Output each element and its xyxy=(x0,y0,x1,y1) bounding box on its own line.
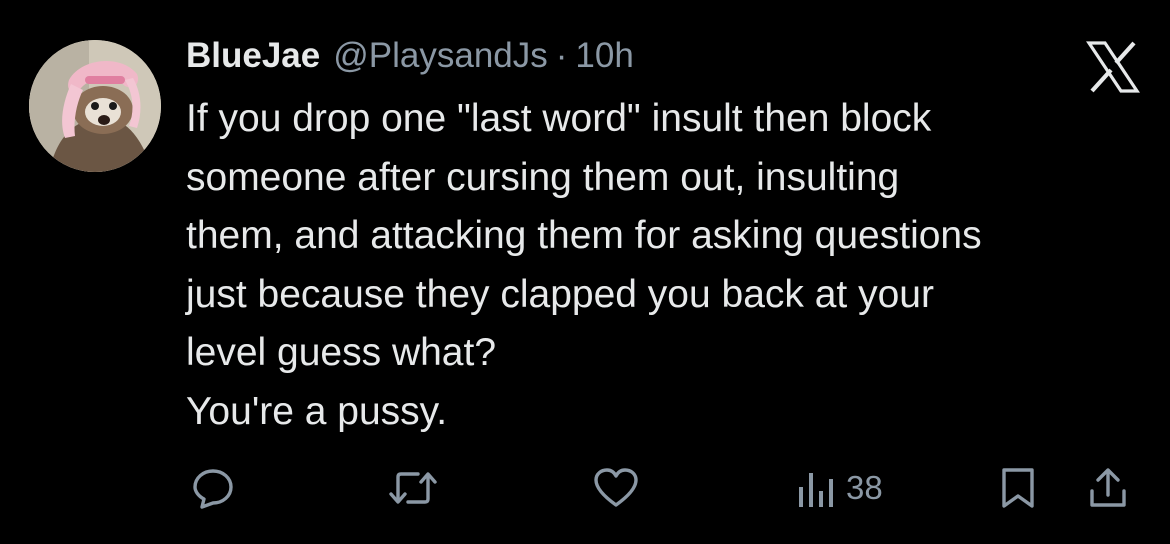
repost-button[interactable] xyxy=(388,458,438,518)
reply-button[interactable] xyxy=(190,458,236,518)
views-count: 38 xyxy=(846,469,883,506)
views-chart-icon xyxy=(799,473,833,507)
share-button[interactable] xyxy=(1086,458,1130,518)
tweet-header: BlueJae @PlaysandJs · 10h xyxy=(186,36,634,86)
action-bar: 38 xyxy=(0,458,1170,518)
bookmark-button[interactable] xyxy=(998,458,1038,518)
tweet-text-line: them, and attacking them for asking ques… xyxy=(186,214,982,257)
reply-icon xyxy=(193,469,233,509)
tweet-text-line: someone after cursing them out, insultin… xyxy=(186,155,900,199)
like-button[interactable] xyxy=(592,458,640,518)
views-button[interactable]: 38 xyxy=(796,458,883,518)
tweet-text: If you drop one "last word" insult then … xyxy=(186,90,1156,441)
tweet-text-line: just because they clapped you back at yo… xyxy=(186,272,934,316)
tweet-text-line: level guess what? xyxy=(186,331,497,374)
display-name[interactable]: BlueJae xyxy=(186,36,320,76)
share-icon xyxy=(1090,468,1126,507)
heart-icon xyxy=(594,468,638,507)
repost-icon xyxy=(389,472,437,504)
user-handle[interactable]: @PlaysandJs xyxy=(333,36,548,76)
tweet-text-line: You're a pussy. xyxy=(186,389,448,433)
avatar[interactable] xyxy=(29,40,161,172)
timestamp[interactable]: 10h xyxy=(575,36,633,76)
tweet-card[interactable]: BlueJae @PlaysandJs · 10h If you drop on… xyxy=(0,0,1170,544)
bookmark-icon xyxy=(1002,468,1034,508)
x-logo-icon xyxy=(1085,41,1141,93)
separator-dot: · xyxy=(555,36,568,75)
avatar-image xyxy=(29,40,161,172)
tweet-text-line: If you drop one "last word" insult then … xyxy=(186,97,932,140)
